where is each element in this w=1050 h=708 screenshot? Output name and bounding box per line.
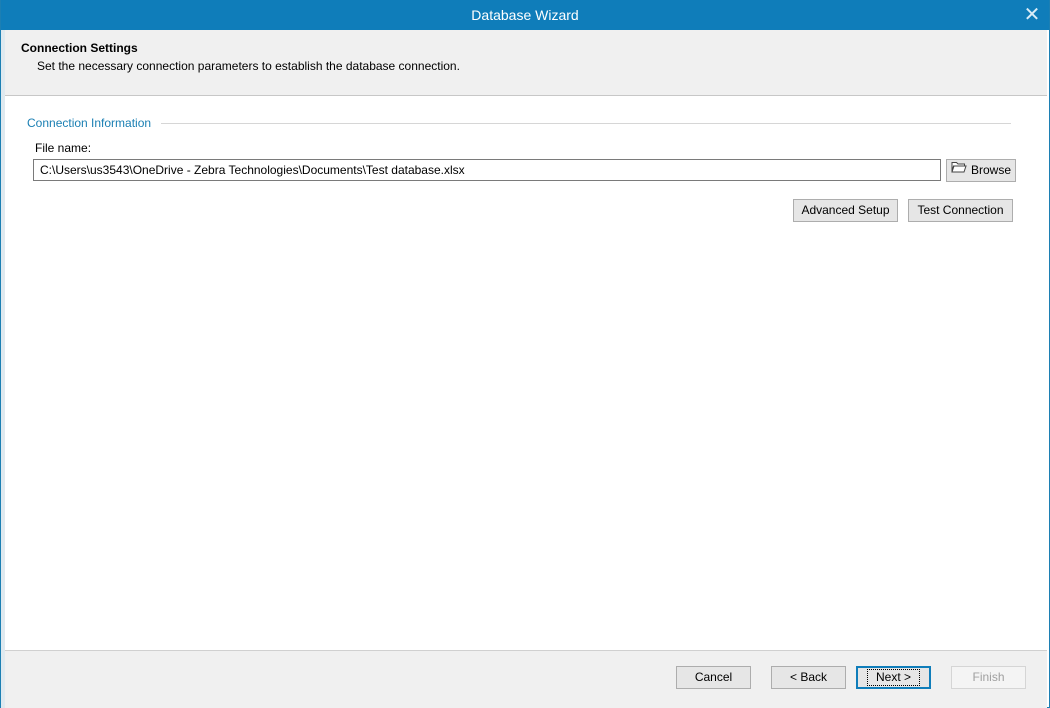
window-left-edge: [1, 30, 5, 708]
file-name-input[interactable]: [33, 159, 941, 181]
next-button[interactable]: Next >: [856, 666, 931, 689]
section-divider: [161, 123, 1011, 124]
wizard-header: Connection Settings Set the necessary co…: [5, 30, 1047, 96]
section-title: Connection Information: [27, 116, 152, 130]
back-button[interactable]: < Back: [771, 666, 846, 689]
file-name-label: File name:: [35, 141, 92, 155]
browse-label: Browse: [970, 163, 1011, 177]
title-bar[interactable]: Database Wizard ✕: [1, 0, 1049, 30]
header-title: Connection Settings: [21, 41, 138, 55]
close-icon[interactable]: ✕: [1021, 4, 1043, 26]
database-wizard-window: Database Wizard ✕ Connection Settings Se…: [0, 0, 1050, 708]
advanced-setup-button[interactable]: Advanced Setup: [793, 199, 898, 222]
next-label: Next >: [866, 669, 920, 686]
finish-button[interactable]: Finish: [951, 666, 1026, 689]
header-description: Set the necessary connection parameters …: [37, 59, 460, 73]
test-connection-button[interactable]: Test Connection: [908, 199, 1013, 222]
window-title: Database Wizard: [471, 7, 579, 23]
cancel-button[interactable]: Cancel: [676, 666, 751, 689]
browse-button[interactable]: Browse: [946, 159, 1016, 182]
folder-icon: [951, 159, 967, 180]
